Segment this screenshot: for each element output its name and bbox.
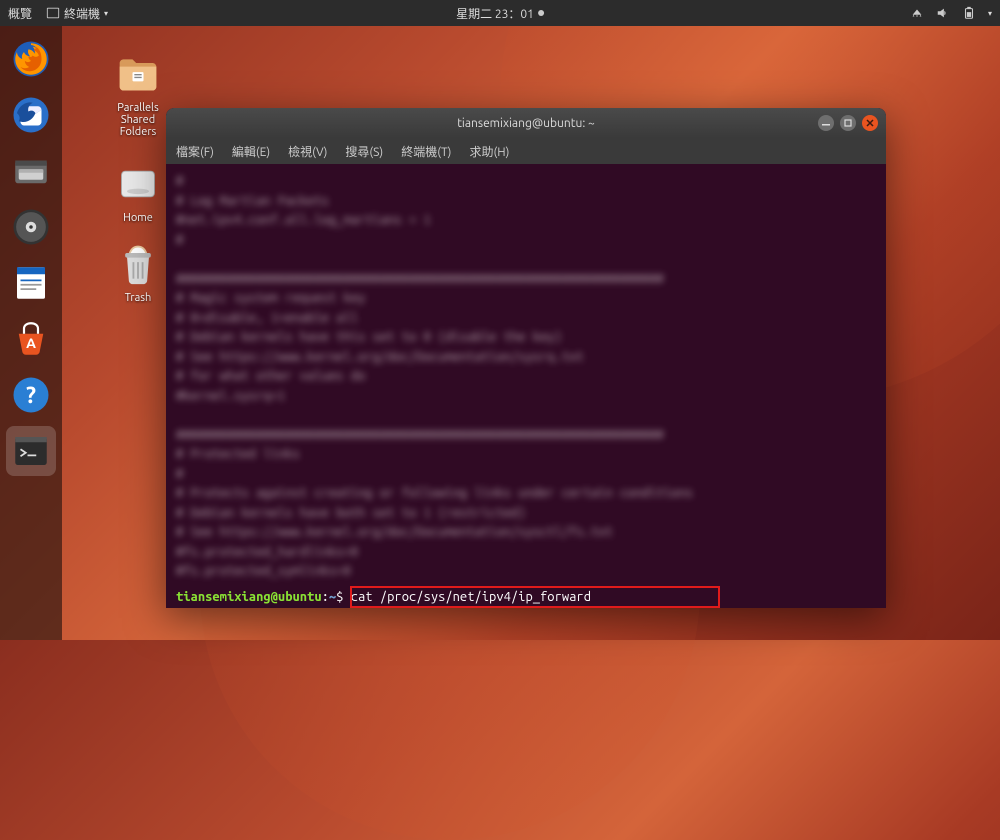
- thunderbird-icon: [10, 94, 52, 136]
- files-icon: [10, 150, 52, 192]
- window-title: tiansemixiang@ubuntu: ~: [457, 117, 595, 130]
- battery-icon[interactable]: [962, 6, 976, 20]
- menu-file[interactable]: 檔案(F): [176, 143, 214, 160]
- red-highlight-box: [350, 586, 720, 608]
- minimize-button[interactable]: [818, 115, 834, 131]
- help-icon: ?: [10, 374, 52, 416]
- terminal-output-area[interactable]: # # Log Martian Packets #net.ipv4.conf.a…: [166, 164, 886, 608]
- svg-text:A: A: [26, 335, 36, 351]
- dock: A ?: [0, 26, 62, 640]
- volume-icon[interactable]: [936, 6, 950, 20]
- app-menu[interactable]: 終端機 ▾: [46, 5, 108, 22]
- window-titlebar[interactable]: tiansemixiang@ubuntu: ~: [166, 108, 886, 138]
- close-button[interactable]: [862, 115, 878, 131]
- folder-icon: [116, 52, 160, 96]
- dock-software[interactable]: A: [6, 314, 56, 364]
- power-icon[interactable]: ▾: [988, 9, 992, 18]
- terminal-menubar: 檔案(F) 編輯(E) 檢視(V) 搜尋(S) 終端機(T) 求助(H): [166, 138, 886, 164]
- terminal-icon: [10, 430, 52, 472]
- trash-icon: [116, 242, 160, 286]
- terminal-current-lines: tiansemixiang@ubuntu:~$ cat /proc/sys/ne…: [176, 588, 876, 609]
- dock-files[interactable]: [6, 146, 56, 196]
- writer-icon: [10, 262, 52, 304]
- dock-thunderbird[interactable]: [6, 90, 56, 140]
- dock-firefox[interactable]: [6, 34, 56, 84]
- terminal-window: tiansemixiang@ubuntu: ~ 檔案(F) 編輯(E) 檢視(V…: [166, 108, 886, 608]
- network-icon[interactable]: [910, 6, 924, 20]
- menu-terminal[interactable]: 終端機(T): [401, 143, 451, 160]
- menu-help[interactable]: 求助(H): [469, 143, 509, 160]
- firefox-icon: [10, 38, 52, 80]
- rhythmbox-icon: [10, 206, 52, 248]
- activities-button[interactable]: 概覽: [8, 5, 32, 22]
- blurred-scrollback: # # Log Martian Packets #net.ipv4.conf.a…: [176, 172, 876, 582]
- menu-search[interactable]: 搜尋(S): [345, 143, 383, 160]
- svg-text:?: ?: [26, 383, 36, 408]
- menu-edit[interactable]: 編輯(E): [232, 143, 270, 160]
- terminal-app-icon: [46, 6, 60, 20]
- dock-rhythmbox[interactable]: [6, 202, 56, 252]
- dock-help[interactable]: ?: [6, 370, 56, 420]
- dock-writer[interactable]: [6, 258, 56, 308]
- clock[interactable]: 星期二 23：01: [456, 5, 544, 22]
- top-panel: 概覽 終端機 ▾ 星期二 23：01 ▾: [0, 0, 1000, 26]
- prompt-user: tiansemixiang@ubuntu: [176, 590, 322, 604]
- software-icon: A: [10, 318, 52, 360]
- drive-icon: [116, 162, 160, 206]
- dock-terminal[interactable]: [6, 426, 56, 476]
- maximize-button[interactable]: [840, 115, 856, 131]
- menu-view[interactable]: 檢視(V): [288, 143, 327, 160]
